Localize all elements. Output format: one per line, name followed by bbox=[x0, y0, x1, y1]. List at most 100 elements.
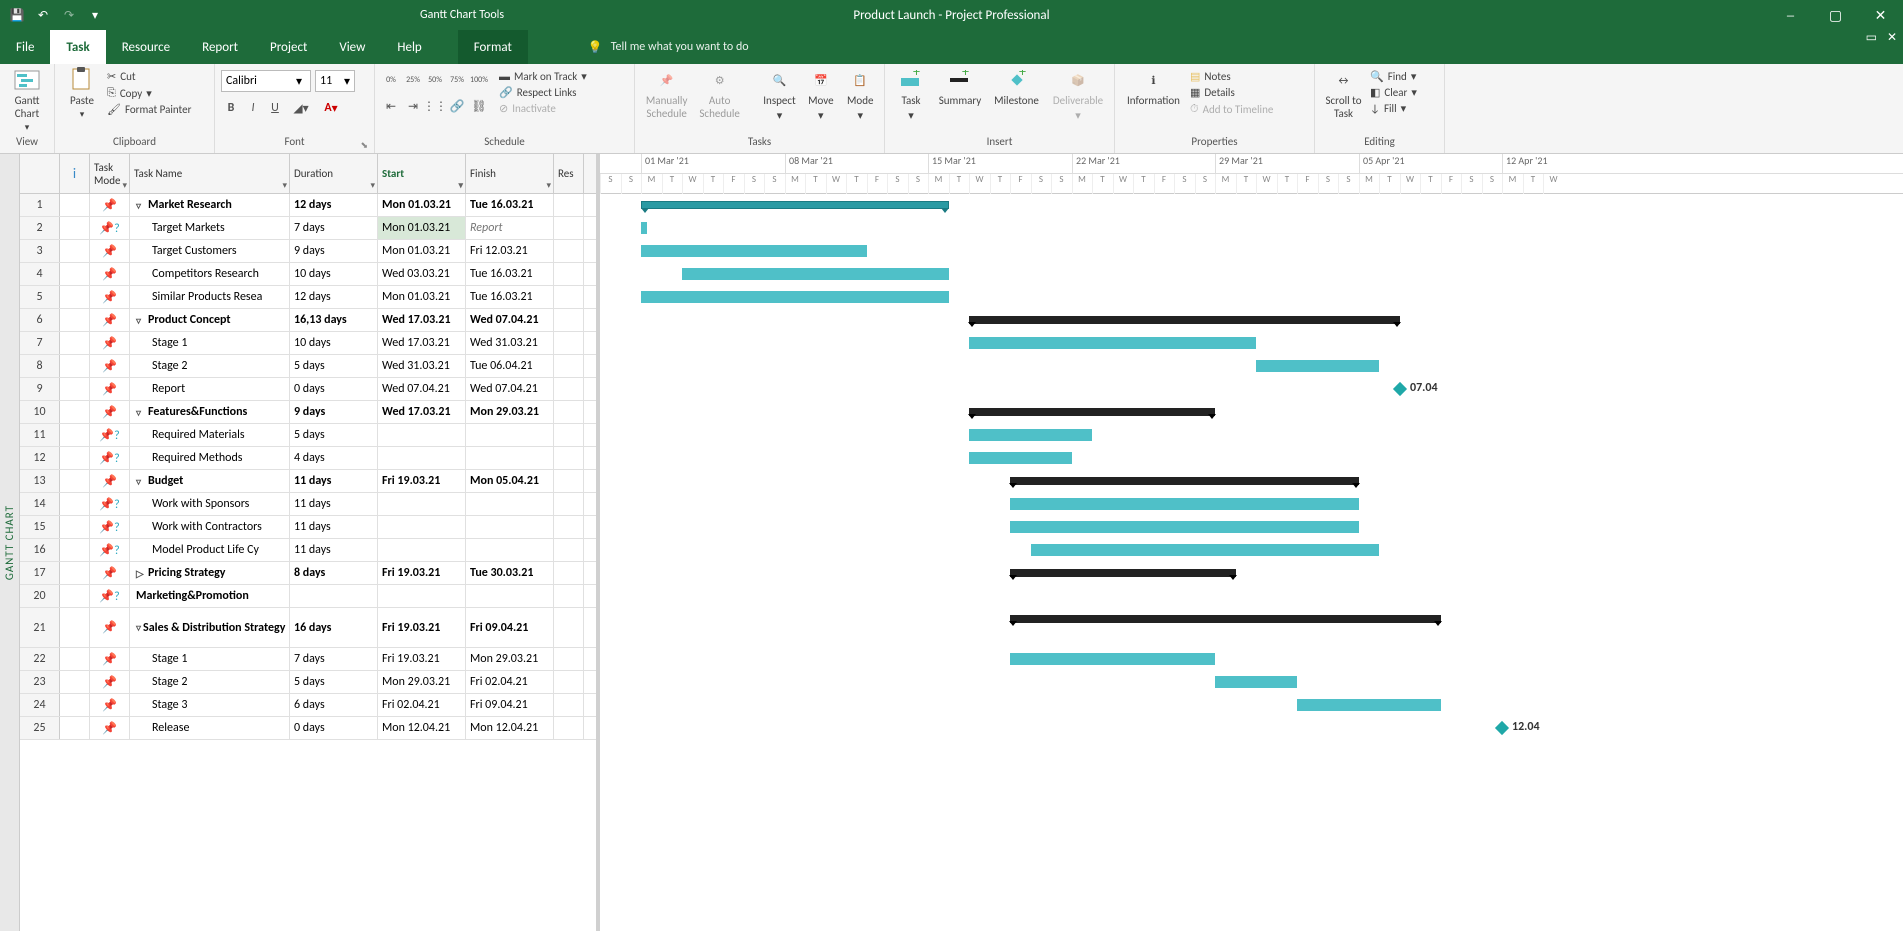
mode-cell[interactable]: 📌 bbox=[90, 401, 130, 423]
col-start[interactable]: Start▾ bbox=[378, 154, 466, 193]
info-cell[interactable] bbox=[60, 401, 90, 423]
name-cell[interactable]: Release bbox=[130, 717, 290, 739]
table-row[interactable]: 7📌Stage 110 daysWed 17.03.21Wed 31.03.21 bbox=[20, 332, 596, 355]
auto-schedule-button[interactable]: ⚙Auto Schedule bbox=[696, 66, 743, 120]
start-cell[interactable]: Fri 19.03.21 bbox=[378, 608, 466, 647]
info-cell[interactable] bbox=[60, 608, 90, 647]
col-info[interactable]: i bbox=[60, 154, 90, 193]
minimize-button[interactable]: ─ bbox=[1768, 0, 1813, 30]
info-cell[interactable] bbox=[60, 355, 90, 377]
font-size-input[interactable] bbox=[320, 74, 344, 88]
mode-button[interactable]: 📋Mode▾ bbox=[843, 66, 878, 122]
resource-cell[interactable] bbox=[554, 470, 584, 492]
resource-cell[interactable] bbox=[554, 217, 584, 239]
resource-cell[interactable] bbox=[554, 401, 584, 423]
cut-button[interactable]: ✂Cut bbox=[107, 70, 191, 83]
mode-cell[interactable]: 📌? bbox=[90, 447, 130, 469]
inspect-button[interactable]: 🔍Inspect▾ bbox=[760, 66, 799, 122]
finish-cell[interactable]: Mon 29.03.21 bbox=[466, 401, 554, 423]
info-cell[interactable] bbox=[60, 694, 90, 716]
row-number[interactable]: 21 bbox=[20, 608, 60, 647]
duration-cell[interactable]: 7 days bbox=[290, 217, 378, 239]
resource-cell[interactable] bbox=[554, 694, 584, 716]
gantt-bar[interactable] bbox=[969, 408, 1215, 416]
info-cell[interactable] bbox=[60, 217, 90, 239]
mode-cell[interactable]: 📌 bbox=[90, 608, 130, 647]
table-row[interactable]: 15📌?Work with Contractors11 days bbox=[20, 516, 596, 539]
info-cell[interactable] bbox=[60, 424, 90, 446]
table-row[interactable]: 21📌▿Sales & Distribution Strategy16 days… bbox=[20, 608, 596, 648]
format-painter-button[interactable]: 🖌Format Painter bbox=[107, 103, 191, 116]
info-cell[interactable] bbox=[60, 194, 90, 216]
name-cell[interactable]: Marketing&Promotion bbox=[130, 585, 290, 607]
info-cell[interactable] bbox=[60, 286, 90, 308]
resource-cell[interactable] bbox=[554, 447, 584, 469]
info-cell[interactable] bbox=[60, 309, 90, 331]
pct-0[interactable]: 0% bbox=[381, 70, 401, 90]
name-cell[interactable]: Competitors Research bbox=[130, 263, 290, 285]
gantt-bar[interactable] bbox=[1010, 615, 1441, 623]
duration-cell[interactable]: 8 days bbox=[290, 562, 378, 584]
row-number[interactable]: 22 bbox=[20, 648, 60, 670]
table-row[interactable]: 17📌▷Pricing Strategy8 daysFri 19.03.21Tu… bbox=[20, 562, 596, 585]
finish-cell[interactable]: Tue 16.03.21 bbox=[466, 263, 554, 285]
name-cell[interactable]: Stage 2 bbox=[130, 671, 290, 693]
gantt-bar[interactable] bbox=[1215, 676, 1297, 688]
col-rownum[interactable] bbox=[20, 154, 60, 193]
mode-cell[interactable]: 📌 bbox=[90, 470, 130, 492]
row-number[interactable]: 5 bbox=[20, 286, 60, 308]
close-button[interactable]: ✕ bbox=[1858, 0, 1903, 30]
row-number[interactable]: 8 bbox=[20, 355, 60, 377]
resource-cell[interactable] bbox=[554, 355, 584, 377]
restore-button[interactable]: ▢ bbox=[1813, 0, 1858, 30]
finish-cell[interactable]: Tue 30.03.21 bbox=[466, 562, 554, 584]
gantt-bar[interactable] bbox=[969, 316, 1400, 324]
mode-cell[interactable]: 📌 bbox=[90, 562, 130, 584]
finish-cell[interactable]: Report bbox=[466, 217, 554, 239]
duration-cell[interactable]: 4 days bbox=[290, 447, 378, 469]
finish-cell[interactable]: Wed 31.03.21 bbox=[466, 332, 554, 354]
row-number[interactable]: 1 bbox=[20, 194, 60, 216]
table-row[interactable]: 22📌Stage 17 daysFri 19.03.21Mon 29.03.21 bbox=[20, 648, 596, 671]
name-cell[interactable]: Target Markets bbox=[130, 217, 290, 239]
milestone-diamond[interactable] bbox=[1495, 721, 1509, 735]
finish-cell[interactable]: Fri 12.03.21 bbox=[466, 240, 554, 262]
info-cell[interactable] bbox=[60, 378, 90, 400]
table-row[interactable]: 10📌▿Features&Functions9 daysWed 17.03.21… bbox=[20, 401, 596, 424]
finish-cell[interactable]: Wed 07.04.21 bbox=[466, 309, 554, 331]
duration-cell[interactable]: 7 days bbox=[290, 648, 378, 670]
duration-cell[interactable]: 10 days bbox=[290, 263, 378, 285]
finish-cell[interactable]: Fri 09.04.21 bbox=[466, 608, 554, 647]
mode-cell[interactable]: 📌 bbox=[90, 263, 130, 285]
col-name[interactable]: Task Name▾ bbox=[130, 154, 290, 193]
gantt-bar[interactable] bbox=[1010, 477, 1359, 485]
table-row[interactable]: 13📌▿Budget11 daysFri 19.03.21Mon 05.04.2… bbox=[20, 470, 596, 493]
ribbon-display-button[interactable]: ▭ bbox=[1866, 30, 1877, 45]
duration-cell[interactable]: 5 days bbox=[290, 671, 378, 693]
duration-cell[interactable]: 12 days bbox=[290, 194, 378, 216]
name-cell[interactable]: ▿Market Research bbox=[130, 194, 290, 216]
info-cell[interactable] bbox=[60, 516, 90, 538]
indent-button[interactable]: ⇥ bbox=[403, 96, 423, 116]
name-cell[interactable]: Report bbox=[130, 378, 290, 400]
finish-cell[interactable] bbox=[466, 424, 554, 446]
name-cell[interactable]: Stage 1 bbox=[130, 332, 290, 354]
inactivate-button[interactable]: ⊘Inactivate bbox=[499, 102, 587, 115]
mode-cell[interactable]: 📌 bbox=[90, 694, 130, 716]
insert-deliverable-button[interactable]: 📦Deliverable▾ bbox=[1048, 66, 1108, 122]
customize-qat-icon[interactable]: ▾ bbox=[86, 6, 104, 24]
info-cell[interactable] bbox=[60, 470, 90, 492]
table-row[interactable]: 6📌▿Product Concept16,13 daysWed 17.03.21… bbox=[20, 309, 596, 332]
font-size-combo[interactable]: ▾ bbox=[315, 70, 355, 92]
clear-button[interactable]: ◧Clear ▾ bbox=[1370, 86, 1417, 99]
resource-cell[interactable] bbox=[554, 671, 584, 693]
table-row[interactable]: 16📌?Model Product Life Cy11 days bbox=[20, 539, 596, 562]
italic-button[interactable]: I bbox=[243, 98, 263, 118]
resource-cell[interactable] bbox=[554, 717, 584, 739]
name-cell[interactable]: Work with Sponsors bbox=[130, 493, 290, 515]
duration-cell[interactable]: 11 days bbox=[290, 516, 378, 538]
info-cell[interactable] bbox=[60, 332, 90, 354]
tab-view[interactable]: View bbox=[323, 30, 381, 64]
resource-cell[interactable] bbox=[554, 424, 584, 446]
start-cell[interactable] bbox=[378, 516, 466, 538]
